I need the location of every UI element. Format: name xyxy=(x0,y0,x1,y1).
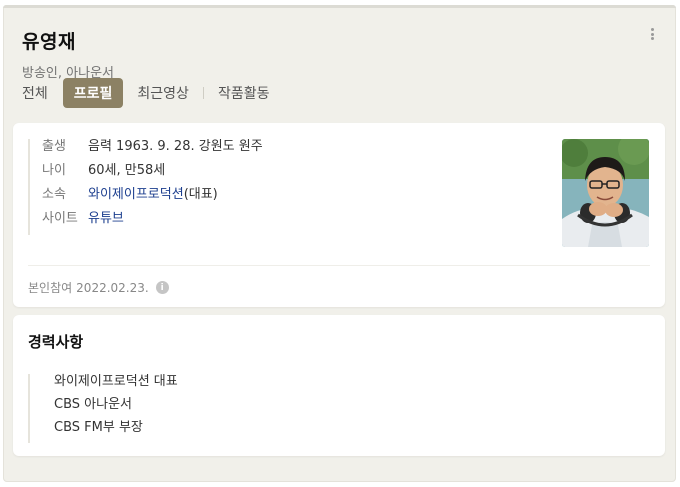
info-row-age: 나이 60세, 만58세 xyxy=(42,163,263,179)
career-item: 와이제이프로덕션 대표 xyxy=(54,374,178,389)
career-item: CBS 아나운서 xyxy=(54,397,132,412)
site-link[interactable]: 유튜브 xyxy=(88,211,124,227)
tab-bar: 전체 프로필 최근영상 작품활동 xyxy=(22,78,269,108)
agency-role: (대표) xyxy=(183,187,218,202)
info-row-agency: 소속 와이제이프로덕션(대표) xyxy=(42,187,263,203)
profile-card: 출생 음력 1963. 9. 28. 강원도 원주 나이 60세, 만58세 소… xyxy=(13,123,665,307)
agency-label: 소속 xyxy=(42,187,66,202)
person-portrait-icon xyxy=(562,139,649,247)
info-row-birth: 출생 음력 1963. 9. 28. 강원도 원주 xyxy=(42,139,263,155)
age-value: 60세, 만58세 xyxy=(88,163,166,178)
agency-link[interactable]: 와이제이프로덕션 xyxy=(88,187,184,202)
tab-profile[interactable]: 프로필 xyxy=(62,78,124,108)
profile-photo[interactable] xyxy=(562,139,649,247)
profile-panel: 유영재 방송인, 아나운서 전체 프로필 최근영상 작품활동 출생 음력 196… xyxy=(3,5,676,482)
tab-recent-videos[interactable]: 최근영상 xyxy=(137,78,189,108)
verified-date: 2022.02.23. xyxy=(76,280,149,295)
birth-label: 출생 xyxy=(42,139,66,154)
career-item: CBS FM부 부장 xyxy=(54,420,143,435)
agency-value: 와이제이프로덕션(대표) xyxy=(88,187,218,203)
career-section-title: 경력사항 xyxy=(28,333,84,351)
verified-label: 본인참여 xyxy=(28,281,73,295)
more-options-icon[interactable] xyxy=(646,25,658,43)
profile-info-list: 출생 음력 1963. 9. 28. 강원도 원주 나이 60세, 만58세 소… xyxy=(28,139,263,235)
career-list: 와이제이프로덕션 대표 CBS 아나운서 CBS FM부 부장 xyxy=(28,374,178,443)
tab-works[interactable]: 작품활동 xyxy=(218,78,270,108)
info-row-site: 사이트 유튜브 xyxy=(42,211,263,227)
self-verified-note: 본인참여 2022.02.23. i xyxy=(28,279,169,296)
tab-all[interactable]: 전체 xyxy=(22,78,48,108)
person-name: 유영재 xyxy=(22,31,76,53)
info-icon[interactable]: i xyxy=(155,281,169,294)
age-label: 나이 xyxy=(42,163,66,178)
profile-header: 유영재 방송인, 아나운서 xyxy=(22,27,114,81)
card-divider xyxy=(28,265,650,266)
career-card: 경력사항 와이제이프로덕션 대표 CBS 아나운서 CBS FM부 부장 xyxy=(13,315,665,456)
site-label: 사이트 xyxy=(42,211,78,226)
birth-value: 음력 1963. 9. 28. 강원도 원주 xyxy=(88,139,263,154)
tab-divider xyxy=(202,87,204,99)
